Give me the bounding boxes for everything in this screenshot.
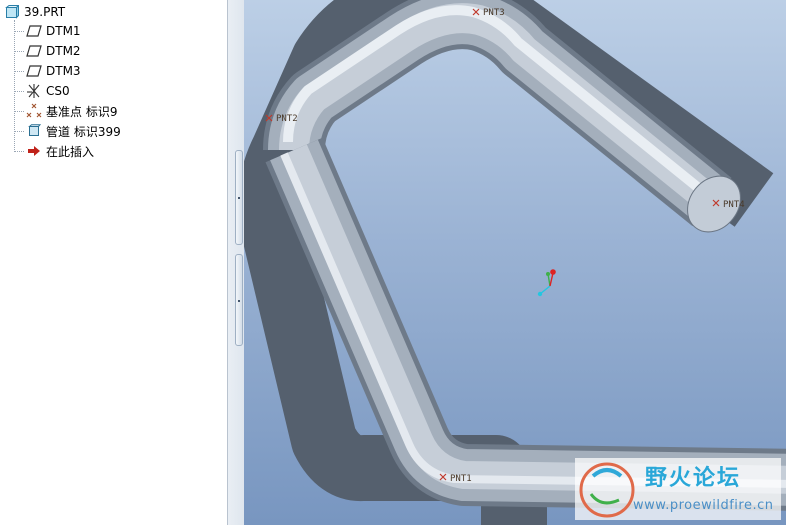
panel-splitter[interactable]: [228, 0, 244, 525]
tree-item-dtm2[interactable]: DTM2: [26, 42, 81, 60]
coordinate-system-icon: [26, 83, 42, 99]
tree-guide-line: [14, 20, 15, 152]
tree-connector: [14, 71, 24, 72]
splitter-handle-top[interactable]: [235, 150, 243, 245]
watermark-url: www.proewildfire.cn: [633, 498, 774, 513]
pnt3-label: PNT3: [483, 8, 505, 18]
tree-root-label: 39.PRT: [24, 5, 66, 19]
datum-points-icon: [26, 103, 42, 119]
tree-item-insert-here[interactable]: 在此插入: [26, 142, 94, 160]
tree-item-label: 在此插入: [46, 144, 95, 159]
grip-dot: [238, 197, 240, 199]
insert-here-arrow-icon: [26, 143, 42, 159]
tree-item-label: DTM1: [46, 24, 81, 38]
model-tree-panel: 39.PRT DTM1 DTM2 DTM3 CS0 基准点 标识9 管道 标识3…: [0, 0, 228, 525]
tree-item-label: DTM3: [46, 64, 81, 78]
tree-connector: [14, 151, 24, 152]
forum-logo-icon: [579, 462, 635, 518]
pnt2-label: PNT2: [276, 114, 298, 124]
tree-item-label: 管道 标识399: [46, 124, 121, 139]
tree-item-cs0[interactable]: CS0: [26, 82, 70, 100]
tree-connector: [14, 51, 24, 52]
grip-dot: [238, 300, 240, 302]
datum-plane-icon: [26, 23, 42, 39]
part-icon: [4, 4, 20, 20]
datum-plane-icon: [26, 63, 42, 79]
tree-item-datum-points[interactable]: 基准点 标识9: [26, 102, 117, 120]
pnt4-label: PNT4: [723, 200, 745, 210]
tree-item-label: DTM2: [46, 44, 81, 58]
csys-triad-icon: [537, 269, 556, 297]
tree-connector: [14, 91, 24, 92]
tree-connector: [14, 31, 24, 32]
tree-item-pipe[interactable]: 管道 标识399: [26, 122, 121, 140]
tree-root-item[interactable]: 39.PRT: [4, 3, 65, 21]
datum-plane-icon: [26, 43, 42, 59]
tree-item-label: 基准点 标识9: [46, 104, 118, 119]
pipe-feature-icon: [26, 123, 42, 139]
model-scene: PNT3 PNT2 PNT4 PNT1: [244, 0, 786, 525]
forum-watermark: 野火论坛 www.proewildfire.cn: [575, 458, 781, 520]
pnt1-label: PNT1: [450, 474, 472, 484]
tree-item-label: CS0: [46, 84, 70, 98]
tree-connector: [14, 111, 24, 112]
tree-connector: [14, 131, 24, 132]
tree-item-dtm3[interactable]: DTM3: [26, 62, 81, 80]
tree-item-dtm1[interactable]: DTM1: [26, 22, 81, 40]
pipe-segments: [263, 0, 786, 511]
graphics-viewport[interactable]: PNT3 PNT2 PNT4 PNT1: [244, 0, 786, 525]
watermark-title: 野火论坛: [645, 466, 742, 491]
splitter-handle-bottom[interactable]: [235, 254, 243, 346]
